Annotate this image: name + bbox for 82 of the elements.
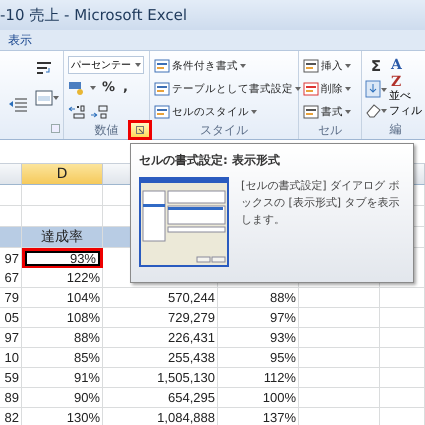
table-cell: 95%	[218, 348, 299, 368]
table-cell: 226,431	[103, 328, 218, 348]
table-cell: 570,244	[103, 288, 218, 308]
table-cell	[0, 185, 22, 206]
table-cell[interactable]: 91%	[22, 368, 103, 388]
table-cell: 88%	[218, 288, 299, 308]
sort-filter-label[interactable]: フィル	[389, 103, 422, 118]
launcher-icon	[136, 126, 144, 134]
table-cell[interactable]: 90%	[22, 388, 103, 408]
cell-command[interactable]: 書式	[303, 102, 357, 122]
table-cell[interactable]: 108%	[22, 308, 103, 328]
caret-icon	[345, 64, 351, 68]
table-cell	[380, 328, 425, 348]
table-cell: 10	[0, 348, 22, 368]
table-icon	[154, 81, 170, 97]
sort-icon[interactable]: A Z	[389, 56, 413, 88]
window-title: -10 売上 - Microsoft Excel	[0, 6, 187, 24]
table-cell: 654,295	[103, 388, 218, 408]
currency-icon[interactable]	[68, 80, 86, 96]
style-command[interactable]: セルのスタイル	[154, 102, 294, 122]
table-cell: 97%	[218, 308, 299, 328]
cell-command[interactable]: 削除	[303, 79, 357, 99]
table-cell: 79	[0, 288, 22, 308]
insert-icon	[303, 58, 319, 74]
caret-icon	[295, 87, 301, 91]
caret-icon	[345, 110, 351, 114]
table-cell: 729,279	[103, 308, 218, 328]
table-cell[interactable]: 93%	[22, 248, 103, 269]
merge-cells-icon[interactable]	[35, 90, 59, 106]
dialog-launcher[interactable]	[128, 120, 152, 140]
group-label: 数値	[94, 122, 118, 139]
style-command[interactable]: テーブルとして書式設定	[154, 79, 294, 99]
tooltip-title: セルの書式設定: 表示形式	[139, 152, 281, 169]
tooltip-description: [セルの書式設定] ダイアログ ボックスの [表示形式] タブを表示します。	[241, 178, 401, 228]
table-header: 達成率	[41, 228, 83, 246]
table-cell: 93%	[218, 328, 299, 348]
table-cell: 67	[0, 268, 22, 288]
style-command[interactable]: 条件付き書式	[154, 56, 294, 76]
caret-icon	[345, 87, 351, 91]
caret-icon	[135, 63, 141, 67]
eraser-icon[interactable]	[365, 102, 387, 118]
table-cell: 97	[0, 328, 22, 348]
percent-button[interactable]: %	[100, 78, 118, 98]
table-cell	[380, 388, 425, 408]
caret-icon	[240, 64, 246, 68]
table-cell: 100%	[218, 388, 299, 408]
group-label: スタイル	[200, 122, 248, 139]
format-icon	[303, 104, 319, 120]
group-label: セル	[318, 122, 342, 139]
fill-icon[interactable]	[365, 80, 387, 98]
number-format-dropdown[interactable]: パーセンテー	[68, 56, 144, 74]
menu-tab[interactable]: 表示	[8, 32, 32, 48]
increase-decimal-icon[interactable]	[68, 104, 86, 118]
table-cell[interactable]: 122%	[22, 268, 103, 288]
wrap-text-icon[interactable]	[35, 60, 53, 76]
table-cell	[380, 308, 425, 328]
caret-icon	[90, 86, 96, 90]
table-cell: 59	[0, 368, 22, 388]
cell-command[interactable]: 挿入	[303, 56, 357, 76]
autosum-button[interactable]: Σ	[365, 56, 387, 76]
table-icon	[154, 58, 170, 74]
table-cell[interactable]: 104%	[22, 288, 103, 308]
table-cell: 255,438	[103, 348, 218, 368]
table-cell	[0, 206, 22, 227]
table-cell	[380, 288, 425, 308]
table-cell: 89	[0, 388, 22, 408]
table-cell[interactable]: 85%	[22, 348, 103, 368]
indent-icon[interactable]	[9, 96, 27, 112]
decrease-decimal-icon[interactable]	[90, 104, 108, 118]
group-label: 編	[390, 120, 402, 138]
table-cell: 1,505,130	[103, 368, 218, 388]
column-header[interactable]: D	[22, 164, 103, 185]
table-cell[interactable]: 88%	[22, 328, 103, 348]
table-cell	[380, 368, 425, 388]
delete-icon	[303, 81, 319, 97]
table-cell: 05	[0, 308, 22, 328]
table-cell: 112%	[218, 368, 299, 388]
brush-icon	[154, 104, 170, 120]
table-cell	[380, 348, 425, 368]
sort-filter-label[interactable]: 並べ	[389, 88, 411, 103]
comma-button[interactable]: ,	[121, 78, 130, 98]
caret-icon	[251, 110, 257, 114]
